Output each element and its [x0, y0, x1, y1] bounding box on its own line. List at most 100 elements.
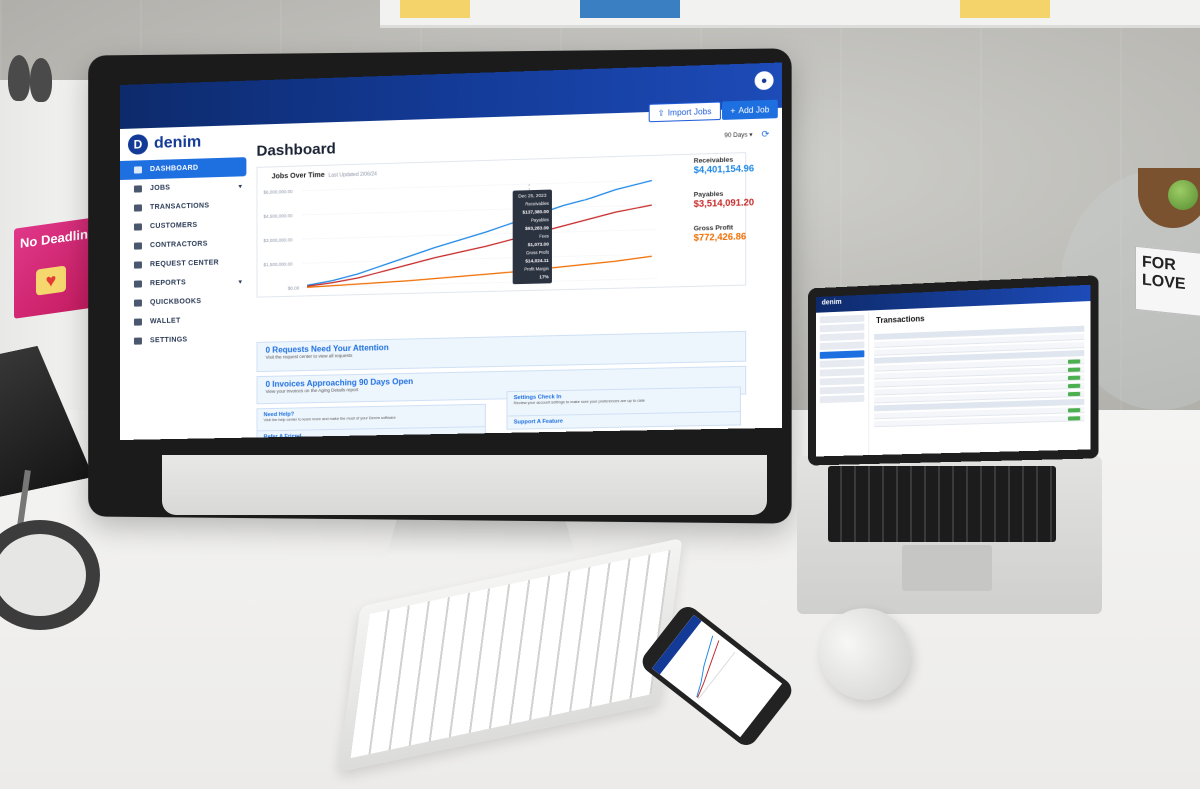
add-job-button[interactable]: + Add Job: [721, 99, 778, 120]
back-shelf: [380, 0, 1200, 28]
tooltip-margin: 17%: [539, 274, 549, 280]
app-logo[interactable]: D denim: [127, 132, 201, 155]
tooltip-receivables: $137,380.00: [522, 208, 549, 215]
range-value: 90 Days: [724, 132, 748, 140]
gear-icon: [133, 337, 142, 345]
user-avatar-icon[interactable]: ●: [754, 71, 774, 91]
status-badge: [1067, 359, 1081, 364]
quickbooks-icon: [133, 299, 142, 307]
reports-icon: [133, 280, 142, 288]
sidebar-item-label: CUSTOMERS: [149, 221, 198, 231]
add-label: Add Job: [738, 104, 770, 115]
y-tick-label: $0.00: [288, 285, 300, 290]
transactions-table: [874, 325, 1085, 430]
tooltip-profit: $14,024.11: [525, 257, 549, 264]
import-label: Import Jobs: [667, 106, 712, 118]
sidebar-item-label: JOBS: [149, 184, 171, 193]
shelf-box: [580, 0, 680, 18]
tooltip-fees: $1,073.00: [527, 241, 549, 248]
status-badge: [1067, 408, 1081, 413]
sidebar-item-label: CONTRACTORS: [149, 240, 208, 250]
phone-chart-line: [696, 635, 714, 698]
y-tick-label: $4,500,000.00: [264, 213, 294, 219]
main-content: Dashboard 90 Days ▾ ⟳ Jobs Over Time Las…: [256, 126, 778, 440]
book-title: No Deadline: [20, 225, 96, 251]
chevron-down-icon: ▾: [238, 278, 243, 286]
status-badge: [1067, 383, 1081, 389]
tooltip-payables: $93,283.09: [525, 225, 549, 232]
laptop-sidebar-item[interactable]: [819, 385, 865, 395]
plus-icon: +: [730, 105, 736, 116]
tooltip-margin-label: Profit Margin: [524, 266, 549, 272]
status-badge: [1067, 375, 1081, 381]
metric-value: $4,401,154.96: [693, 163, 755, 176]
laptop-sidebar: [815, 312, 870, 457]
sidebar-item-settings[interactable]: SETTINGS: [120, 329, 250, 351]
grid-line: [302, 180, 657, 190]
profit-metric: Gross Profit $772,426.86: [693, 223, 778, 243]
grid-line: [302, 205, 657, 215]
laptop-sidebar-item[interactable]: [819, 359, 865, 368]
laptop-sidebar-item[interactable]: [819, 368, 865, 377]
card-title: Support A Feature: [513, 418, 563, 426]
jobs-over-time-chart: $6,000,000.00 $4,500,000.00 $3,000,000.0…: [264, 169, 694, 291]
laptop-logo: denim: [821, 298, 842, 307]
tooltip-receivables-label: Receivables: [525, 200, 549, 207]
bird-figurine: [8, 55, 30, 101]
y-tick-label: $1,500,000.00: [264, 261, 294, 267]
transactions-icon: [133, 204, 142, 212]
sidebar-item-label: REQUEST CENTER: [149, 259, 219, 269]
customers-icon: [133, 223, 142, 231]
laptop-sidebar-item[interactable]: [819, 341, 865, 351]
phone-chart-line: [697, 640, 720, 698]
sidebar: DASHBOARD JOBS ▾ TRANSACTIONS CUSTOMERS C…: [120, 157, 250, 440]
upload-icon: ⇪: [657, 107, 665, 118]
tooltip-date: Dec 25, 2023: [518, 192, 547, 199]
laptop-trackpad: [902, 545, 992, 591]
refresh-icon[interactable]: ⟳: [761, 129, 769, 141]
sidebar-item-label: QUICKBOOKS: [149, 297, 202, 307]
gross-profit-line: [307, 256, 652, 287]
date-range-select[interactable]: 90 Days ▾: [724, 131, 752, 139]
laptop-page-title: Transactions: [876, 314, 925, 326]
laptop-sidebar-item[interactable]: [819, 394, 865, 404]
contractors-icon: [133, 242, 142, 250]
chart-tooltip: Dec 25, 2023 Receivables $137,380.00 Pay…: [512, 189, 552, 285]
receivables-line: [307, 180, 652, 285]
y-tick-label: $6,000,000.00: [264, 189, 294, 195]
sidebar-item-label: SETTINGS: [149, 336, 188, 345]
grid-line: [302, 279, 657, 288]
requests-notice[interactable]: 0 Requests Need Your Attention Visit the…: [256, 330, 747, 373]
jobs-chart-card: Jobs Over Time Last Updated 2/06/24 $6,0…: [256, 152, 747, 298]
laptop-sidebar-item[interactable]: [819, 332, 865, 342]
chevron-down-icon: ▾: [238, 182, 243, 191]
laptop-sidebar-item[interactable]: [819, 314, 865, 324]
laptop-keyboard: [828, 466, 1056, 542]
y-tick-label: $3,000,000.00: [264, 237, 294, 243]
shelf-box: [960, 0, 1050, 18]
sidebar-item-label: REPORTS: [149, 279, 186, 288]
import-jobs-button[interactable]: ⇪ Import Jobs: [648, 101, 721, 123]
imac-screen: ● D denim ⇪ Import Jobs + Add Job DASHBO…: [120, 62, 783, 440]
laptop-sidebar-item[interactable]: [819, 323, 865, 333]
payables-metric: Payables $3,514,091.20: [694, 189, 778, 209]
denim-logo-icon: D: [127, 134, 148, 155]
laptop-screen: denim Transactions: [815, 284, 1091, 457]
tooltip-profit-label: Gross Profit: [525, 249, 549, 256]
wallet-icon: [133, 318, 142, 326]
laptop-sidebar-item[interactable]: [819, 350, 865, 359]
shelf-box: [400, 0, 470, 18]
sidebar-item-label: DASHBOARD: [149, 164, 199, 174]
metric-value: $772,426.86: [693, 231, 747, 243]
sidebar-item-label: TRANSACTIONS: [149, 202, 210, 212]
book-right-title: FOR LOVE: [1142, 253, 1186, 294]
metric-value: $3,514,091.20: [693, 197, 755, 210]
status-badge: [1067, 416, 1081, 421]
heart-icon: ♥: [36, 265, 66, 296]
tooltip-fees-label: Fees: [539, 233, 549, 239]
status-badge: [1067, 391, 1081, 397]
laptop-sidebar-item[interactable]: [819, 377, 865, 386]
book-right: FOR LOVE: [1135, 245, 1200, 319]
metrics-panel: Receivables $4,401,154.96 Payables $3,51…: [694, 155, 778, 259]
receivables-metric: Receivables $4,401,154.96: [693, 155, 778, 176]
